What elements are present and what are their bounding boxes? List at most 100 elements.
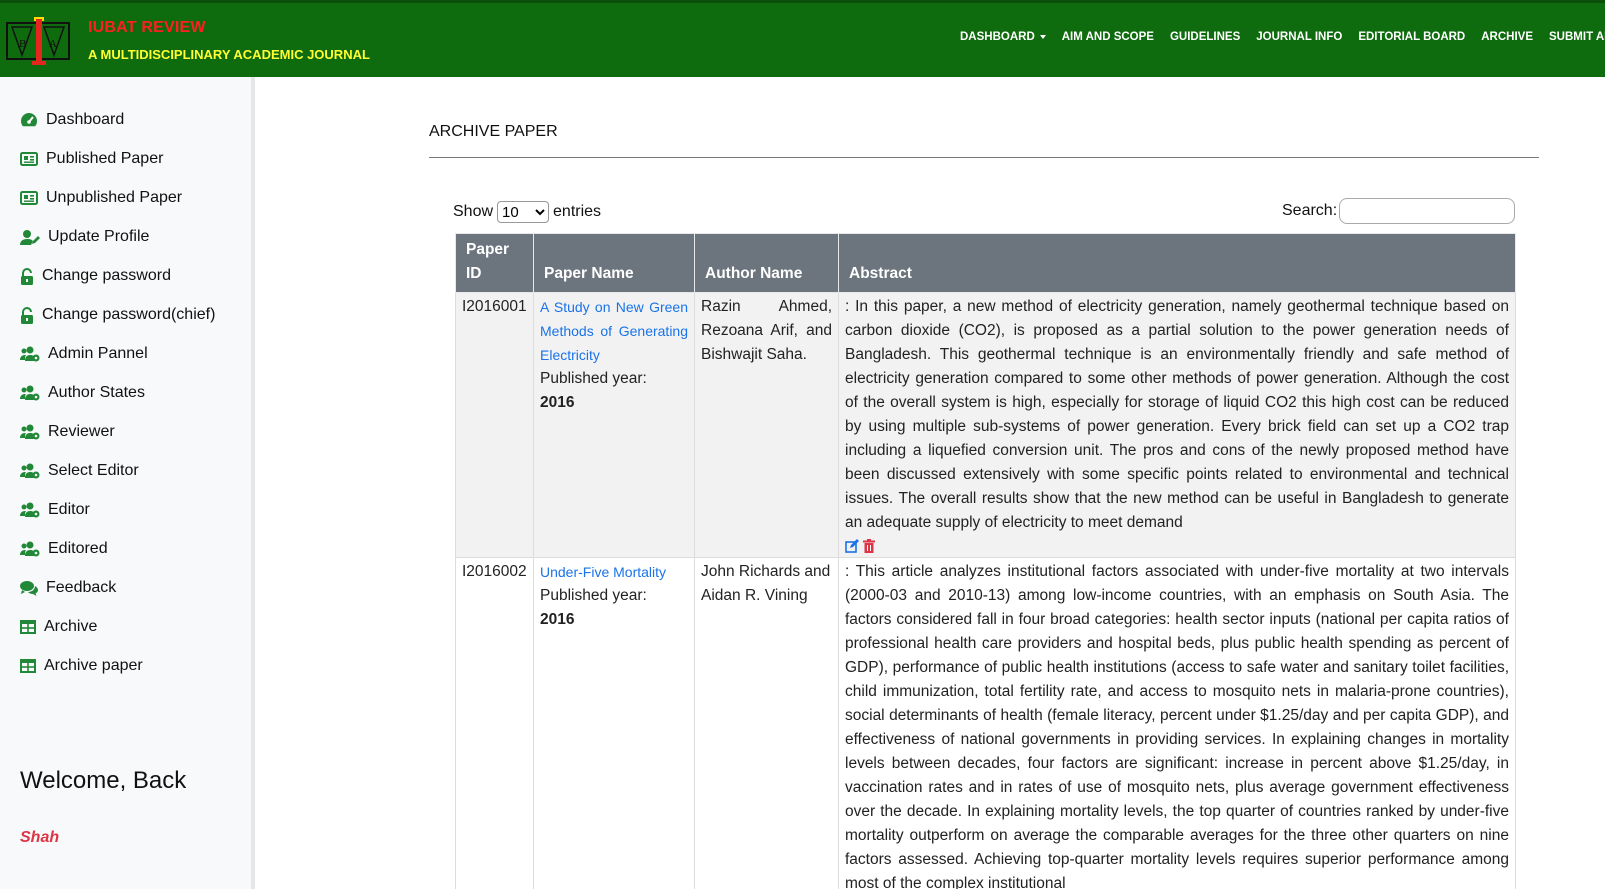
sidebar-item-label: Feedback (46, 579, 117, 596)
archive-table: Paper ID Paper Name Author Name Abstract… (455, 233, 1516, 889)
newspaper-icon (20, 191, 38, 205)
sidebar: Dashboard Published Paper Unpublished Pa… (0, 77, 255, 889)
sidebar-item-author-states[interactable]: Author States (20, 384, 145, 402)
column-header-paper-id[interactable]: Paper ID (455, 233, 534, 293)
sidebar-item-unpublished-paper[interactable]: Unpublished Paper (20, 189, 182, 207)
user-edit-icon (20, 230, 40, 245)
sidebar-item-editored[interactable]: Editored (20, 540, 108, 558)
paper-name-cell: Under-Five Mortality Published year: 201… (533, 557, 695, 889)
users-cog-icon (20, 463, 40, 479)
main-nav: DASHBOARD AIM AND SCOPE GUIDELINES JOURN… (960, 31, 1605, 43)
username-label: Shah (20, 829, 60, 846)
sidebar-item-label: Admin Pannel (48, 345, 148, 362)
sidebar-item-dashboard[interactable]: Dashboard (20, 111, 124, 129)
nav-submit[interactable]: SUBMIT AN A (1549, 31, 1605, 43)
abstract-text: : In this paper, a new method of electri… (845, 298, 1509, 531)
delete-icon[interactable] (863, 539, 875, 553)
sidebar-item-label: Editored (48, 540, 108, 557)
published-label-text: Published year: (540, 370, 647, 387)
table-row: I2016001 A Study on New Green Methods of… (455, 292, 1516, 558)
users-cog-icon (20, 424, 40, 440)
table-header-row: Paper ID Paper Name Author Name Abstract (455, 233, 1516, 293)
top-navbar: B A IUBAT REVIEW A MULTIDISCIPLINARY ACA… (0, 0, 1605, 77)
sidebar-item-editor[interactable]: Editor (20, 501, 90, 519)
sidebar-item-reviewer[interactable]: Reviewer (20, 423, 115, 441)
sidebar-item-update-profile[interactable]: Update Profile (20, 228, 149, 246)
sidebar-item-label: Editor (48, 501, 90, 518)
sidebar-item-archive[interactable]: Archive (20, 618, 97, 636)
sidebar-item-label: Dashboard (46, 111, 125, 128)
paper-name-cell: A Study on New Green Methods of Generati… (533, 292, 695, 558)
paper-link[interactable]: A Study on New Green Methods of Generati… (540, 295, 688, 367)
published-year-value: 2016 (540, 394, 575, 411)
published-year-label: Published year: (540, 367, 688, 391)
nav-journal-info[interactable]: JOURNAL INFO (1256, 31, 1342, 43)
author-name-cell: Razin Ahmed, Rezoana Arif, and Bishwajit… (694, 292, 839, 558)
table-icon (20, 659, 36, 673)
sidebar-item-label: Author States (48, 384, 145, 401)
newspaper-icon (20, 152, 38, 166)
author-name-cell: John Richards and Aidan R. Vining (694, 557, 839, 889)
brand-title[interactable]: IUBAT REVIEW (88, 19, 206, 37)
search-label: Search: (1282, 202, 1338, 219)
svg-text:B: B (19, 38, 26, 50)
column-header-abstract[interactable]: Abstract (838, 233, 1516, 293)
paper-link[interactable]: Under-Five Mortality (540, 560, 688, 584)
row-actions (845, 537, 1509, 555)
sidebar-item-label: Published Paper (46, 150, 164, 167)
comments-icon (20, 581, 38, 596)
page-length-select[interactable]: 10 (497, 201, 550, 223)
unlock-icon (21, 306, 33, 324)
sidebar-item-change-password-chief[interactable]: Change password(chief) (20, 306, 215, 324)
caret-down-icon (1039, 35, 1046, 39)
paper-id-cell: I2016002 (455, 557, 534, 889)
column-header-author-name[interactable]: Author Name (694, 233, 839, 293)
nav-dashboard[interactable]: DASHBOARD (960, 31, 1046, 43)
edit-icon[interactable] (845, 539, 859, 553)
table-row: I2016002 Under-Five Mortality Published … (455, 557, 1516, 889)
sidebar-item-label: Reviewer (48, 423, 115, 440)
sidebar-item-label: Change password(chief) (42, 306, 216, 323)
nav-archive[interactable]: ARCHIVE (1481, 31, 1533, 43)
sidebar-item-feedback[interactable]: Feedback (20, 579, 116, 597)
nav-editorial-board[interactable]: EDITORIAL BOARD (1358, 31, 1465, 43)
page-title: ARCHIVE PAPER (429, 123, 558, 140)
sidebar-item-label: Archive (44, 618, 98, 635)
column-header-paper-name[interactable]: Paper Name (533, 233, 695, 293)
sidebar-item-admin-pannel[interactable]: Admin Pannel (20, 345, 148, 363)
unlock-icon (21, 267, 33, 285)
abstract-cell: : In this paper, a new method of electri… (838, 292, 1516, 558)
sidebar-item-published-paper[interactable]: Published Paper (20, 150, 163, 168)
entries-label: entries (553, 203, 602, 220)
sidebar-item-label: Update Profile (48, 228, 150, 245)
users-cog-icon (20, 502, 40, 518)
brand-subtitle: A MULTIDISCIPLINARY ACADEMIC JOURNAL (88, 47, 370, 62)
abstract-cell: : This article analyzes institutional fa… (838, 557, 1516, 889)
nav-guidelines[interactable]: GUIDELINES (1170, 31, 1240, 43)
iubat-logo-icon[interactable]: B A (4, 13, 74, 67)
table-icon (20, 620, 36, 634)
paper-id-cell: I2016001 (455, 292, 534, 558)
users-cog-icon (20, 346, 40, 362)
sidebar-item-label: Unpublished Paper (46, 189, 183, 206)
sidebar-item-label: Archive paper (44, 657, 143, 674)
show-label: Show (453, 203, 494, 220)
nav-aim-and-scope[interactable]: AIM AND SCOPE (1062, 31, 1154, 43)
sidebar-item-label: Change password (42, 267, 171, 284)
sidebar-item-select-editor[interactable]: Select Editor (20, 462, 139, 480)
abstract-text: : This article analyzes institutional fa… (845, 563, 1509, 889)
sidebar-item-label: Select Editor (48, 462, 139, 479)
published-year-value: 2016 (540, 611, 575, 628)
svg-text:A: A (49, 38, 57, 50)
sidebar-item-change-password[interactable]: Change password (20, 267, 171, 285)
sidebar-item-archive-paper[interactable]: Archive paper (20, 657, 143, 675)
search-input[interactable] (1339, 198, 1515, 224)
dashboard-icon (21, 113, 38, 127)
page-length-control: Show 10 entries (453, 201, 601, 223)
users-cog-icon (20, 541, 40, 557)
published-year-label: Published year: (540, 584, 688, 608)
title-divider (429, 157, 1539, 158)
published-label-text: Published year: (540, 587, 647, 604)
welcome-heading: Welcome, Back (20, 767, 187, 794)
users-cog-icon (20, 385, 40, 401)
